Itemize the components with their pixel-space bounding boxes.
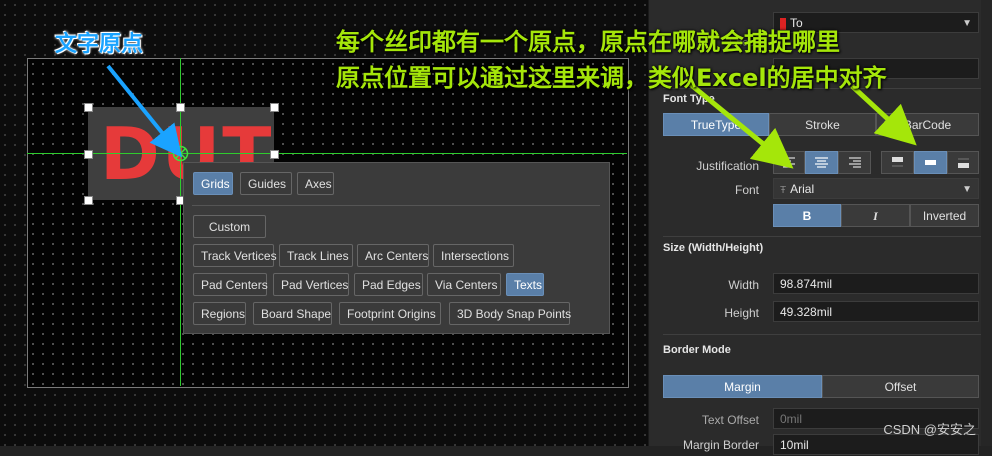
annotation-line-1: 每个丝印都有一个原点，原点在哪就会捕捉哪里: [336, 28, 840, 56]
annotation-line-2: 原点位置可以通过这里来调，类似Excel的居中对齐: [336, 64, 887, 92]
annotation-origin-label: 文字原点: [55, 32, 144, 57]
arrow-to-origin: [106, 64, 183, 158]
arrow-to-justification: [688, 82, 794, 169]
watermark: CSDN @安安之: [883, 422, 976, 437]
